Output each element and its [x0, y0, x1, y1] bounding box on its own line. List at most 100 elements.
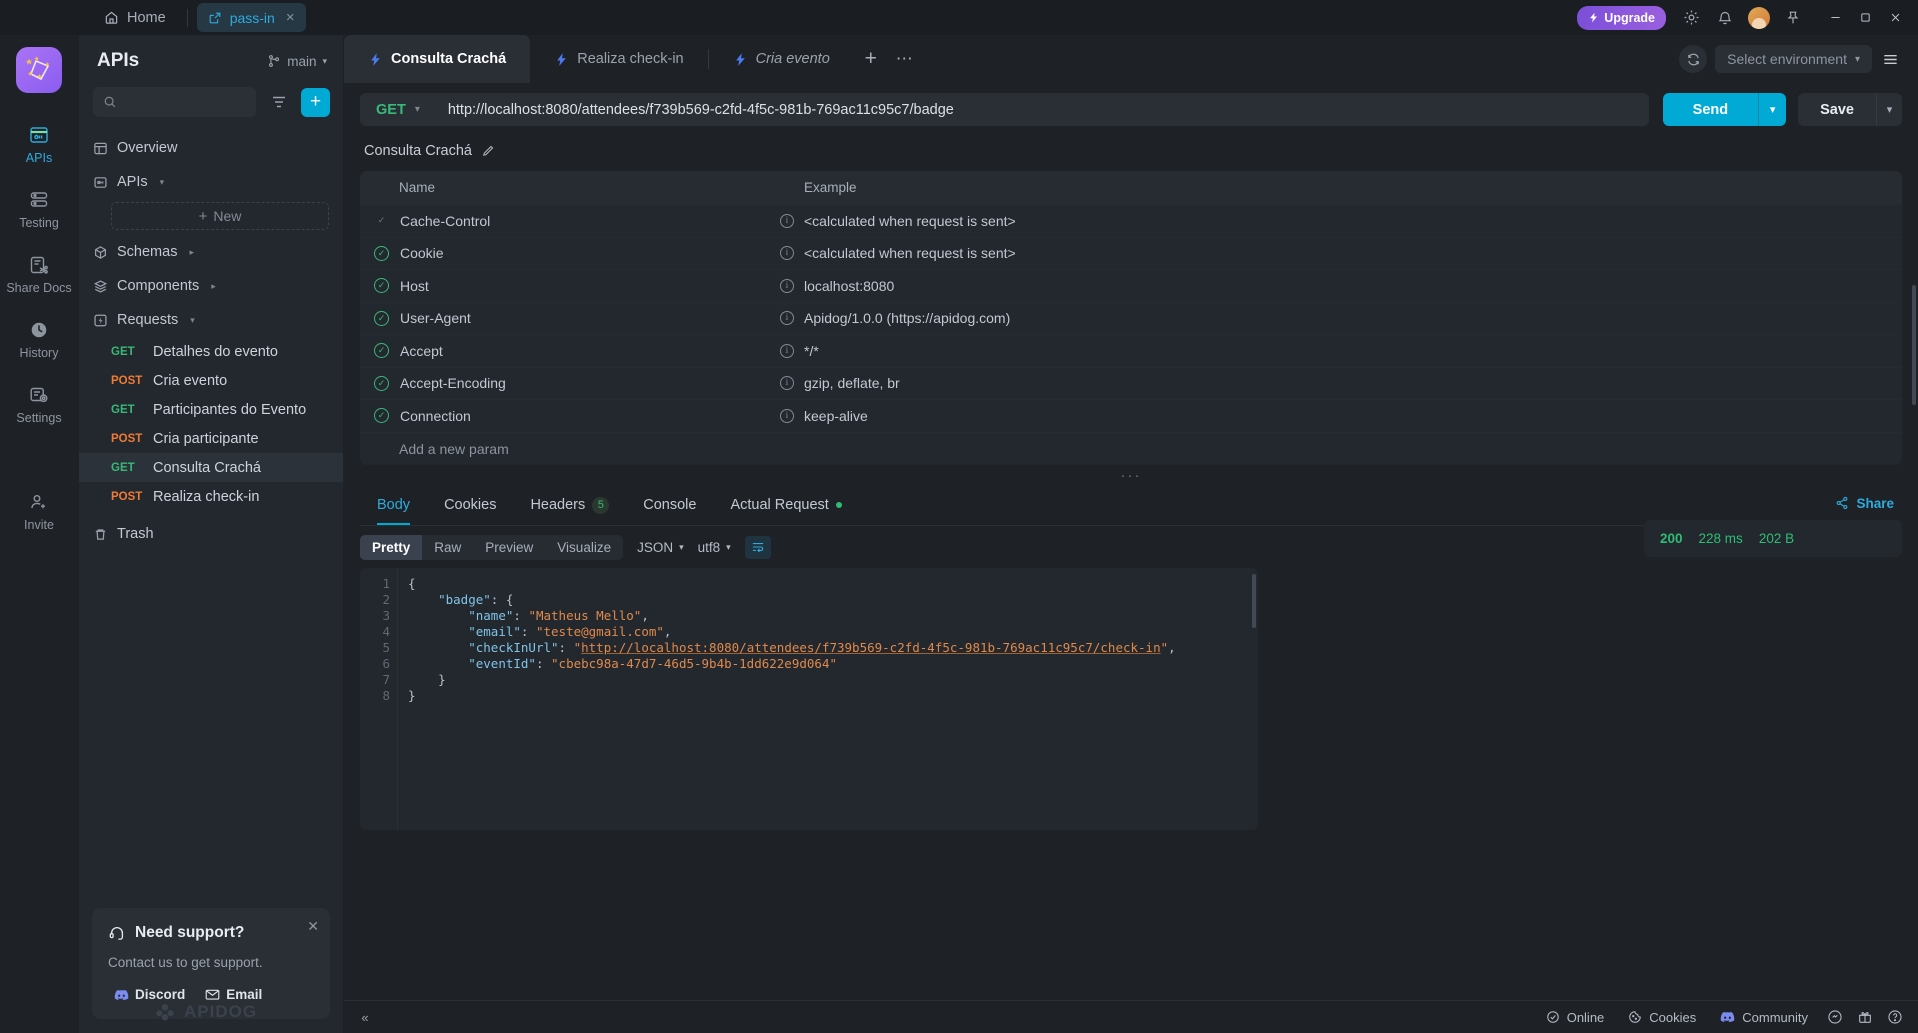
tree-item-requests[interactable]: Requests ▾: [79, 303, 343, 337]
format-visualize-button[interactable]: Visualize: [545, 535, 623, 560]
checkbox[interactable]: ✓: [374, 245, 389, 261]
info-icon[interactable]: i: [780, 246, 794, 261]
add-param-button[interactable]: Add a new param: [360, 431, 1902, 465]
request-item-cria-participante[interactable]: POST Cria participante: [79, 424, 343, 453]
search-input[interactable]: [93, 87, 256, 117]
sidebar-item-share-docs[interactable]: Share Docs: [3, 245, 75, 304]
tab-actual-request[interactable]: Actual Request: [713, 487, 858, 524]
request-item-consulta-cracha[interactable]: GET Consulta Crachá: [79, 453, 343, 482]
close-icon[interactable]: ✕: [307, 918, 319, 935]
send-options-button[interactable]: ▾: [1758, 93, 1787, 126]
add-button[interactable]: +: [301, 87, 330, 117]
share-button[interactable]: Share: [1835, 496, 1894, 511]
community-button[interactable]: Community: [1710, 1006, 1818, 1029]
window-maximize-button[interactable]: [1850, 1, 1880, 35]
question-circle-icon[interactable]: [1882, 1005, 1908, 1029]
method-selector[interactable]: GET ▾: [360, 93, 434, 126]
checkbox[interactable]: ✓: [374, 375, 389, 391]
table-row[interactable]: ✓ Connection i keep-alive: [360, 399, 1902, 432]
project-tab-pass-in[interactable]: pass-in ×: [196, 3, 306, 32]
tab-overflow-button[interactable]: ⋯: [888, 35, 922, 83]
sidebar-item-history[interactable]: History: [3, 310, 75, 369]
table-row[interactable]: ✓ User-Agent i Apidog/1.0.0 (https://api…: [360, 301, 1902, 335]
tab-consulta-cracha[interactable]: Consulta Crachá: [344, 35, 531, 83]
code-scrollbar[interactable]: [1252, 573, 1256, 628]
request-item-realiza-check-in[interactable]: POST Realiza check-in: [79, 482, 343, 511]
request-item-cria-evento[interactable]: POST Cria evento: [79, 366, 343, 395]
panel-splitter[interactable]: ···: [344, 465, 1918, 487]
info-icon[interactable]: i: [780, 213, 794, 228]
info-icon[interactable]: i: [780, 311, 794, 326]
table-row[interactable]: ✓ Accept-Encoding i gzip, deflate, br: [360, 366, 1902, 400]
table-row[interactable]: ✓ Cache-Control i <calculated when reque…: [360, 204, 1902, 237]
edit-pencil-icon[interactable]: [481, 144, 495, 158]
url-input[interactable]: http://localhost:8080/attendees/f739b569…: [433, 93, 1649, 126]
table-row[interactable]: ✓ Host i localhost:8080: [360, 269, 1902, 302]
online-status[interactable]: Online: [1536, 1006, 1615, 1029]
request-item-detalhes-do-evento[interactable]: GET Detalhes do evento: [79, 337, 343, 366]
tree-item-apis[interactable]: APIs ▾: [79, 165, 343, 199]
tree-item-trash[interactable]: Trash: [79, 517, 343, 551]
help-circle-icon[interactable]: [1822, 1005, 1848, 1029]
refresh-button[interactable]: [1679, 45, 1708, 73]
cookies-button[interactable]: Cookies: [1618, 1006, 1706, 1029]
settings-gear-button[interactable]: [1676, 3, 1706, 33]
tree-item-schemas[interactable]: Schemas ▸: [79, 235, 343, 269]
gift-icon[interactable]: [1852, 1005, 1878, 1029]
format-pretty-button[interactable]: Pretty: [360, 534, 423, 560]
tree-item-overview[interactable]: Overview: [79, 131, 343, 165]
tab-console[interactable]: Console: [626, 487, 713, 524]
tree-item-components[interactable]: Components ▸: [79, 269, 343, 303]
info-icon[interactable]: i: [780, 376, 794, 391]
window-minimize-button[interactable]: [1820, 1, 1850, 35]
notifications-bell-button[interactable]: [1710, 3, 1740, 33]
table-row[interactable]: ✓ Cookie i <calculated when request is s…: [360, 236, 1902, 270]
chevron-right-icon[interactable]: ▸: [189, 247, 194, 258]
checkbox[interactable]: ✓: [374, 278, 389, 294]
upgrade-button[interactable]: Upgrade: [1577, 5, 1666, 30]
language-selector[interactable]: JSON ▾: [637, 540, 684, 555]
save-options-button[interactable]: ▾: [1876, 93, 1902, 126]
request-scrollbar[interactable]: [1912, 285, 1916, 405]
window-close-button[interactable]: [1880, 1, 1910, 35]
close-icon[interactable]: ×: [286, 9, 295, 26]
checkbox[interactable]: ✓: [374, 213, 389, 228]
wrap-lines-button[interactable]: [744, 535, 771, 559]
checkbox[interactable]: ✓: [374, 408, 389, 424]
new-tab-button[interactable]: +: [854, 35, 888, 83]
sidebar-item-invite[interactable]: Invite: [3, 482, 75, 541]
info-icon[interactable]: i: [780, 278, 794, 293]
format-raw-button[interactable]: Raw: [422, 535, 473, 560]
encoding-selector[interactable]: utf8 ▾: [698, 540, 731, 555]
collapse-panel-button[interactable]: «: [344, 1010, 386, 1025]
home-button[interactable]: Home: [92, 5, 178, 31]
sidebar-item-settings[interactable]: Settings: [3, 375, 75, 434]
chevron-down-icon[interactable]: ▾: [190, 315, 195, 326]
send-button[interactable]: Send: [1662, 93, 1759, 126]
tab-headers[interactable]: Headers 5: [513, 487, 626, 525]
save-button[interactable]: Save: [1798, 93, 1876, 126]
sidebar-item-testing[interactable]: Testing: [3, 180, 75, 239]
checkbox[interactable]: ✓: [374, 343, 389, 359]
response-body-code[interactable]: 1 2 3 4 5 6 7 8 { "badge": { "name": "Ma…: [360, 567, 1258, 830]
tab-cookies[interactable]: Cookies: [427, 487, 513, 524]
tab-cria-evento[interactable]: Cria evento: [709, 35, 854, 83]
filter-button[interactable]: [264, 88, 293, 117]
chevron-right-icon[interactable]: ▸: [211, 281, 216, 292]
panel-menu-button[interactable]: [1874, 43, 1906, 75]
environment-selector[interactable]: Select environment ▾: [1715, 45, 1872, 73]
info-icon[interactable]: i: [780, 408, 794, 423]
checkbox[interactable]: ✓: [374, 310, 389, 326]
info-icon[interactable]: i: [780, 343, 794, 358]
pin-icon-button[interactable]: [1778, 3, 1808, 33]
chevron-down-icon[interactable]: ▾: [160, 177, 165, 188]
branch-selector[interactable]: main ▾: [267, 54, 327, 69]
tab-realiza-check-in[interactable]: Realiza check-in: [530, 35, 707, 83]
avatar[interactable]: [1744, 3, 1774, 33]
sidebar-item-apis[interactable]: APIs: [3, 115, 75, 174]
format-preview-button[interactable]: Preview: [473, 535, 545, 560]
new-api-button[interactable]: + New: [111, 202, 329, 230]
table-row[interactable]: ✓ Accept i */*: [360, 334, 1902, 367]
tab-body[interactable]: Body: [360, 487, 427, 525]
request-item-participantes-do-evento[interactable]: GET Participantes do Evento: [79, 395, 343, 424]
